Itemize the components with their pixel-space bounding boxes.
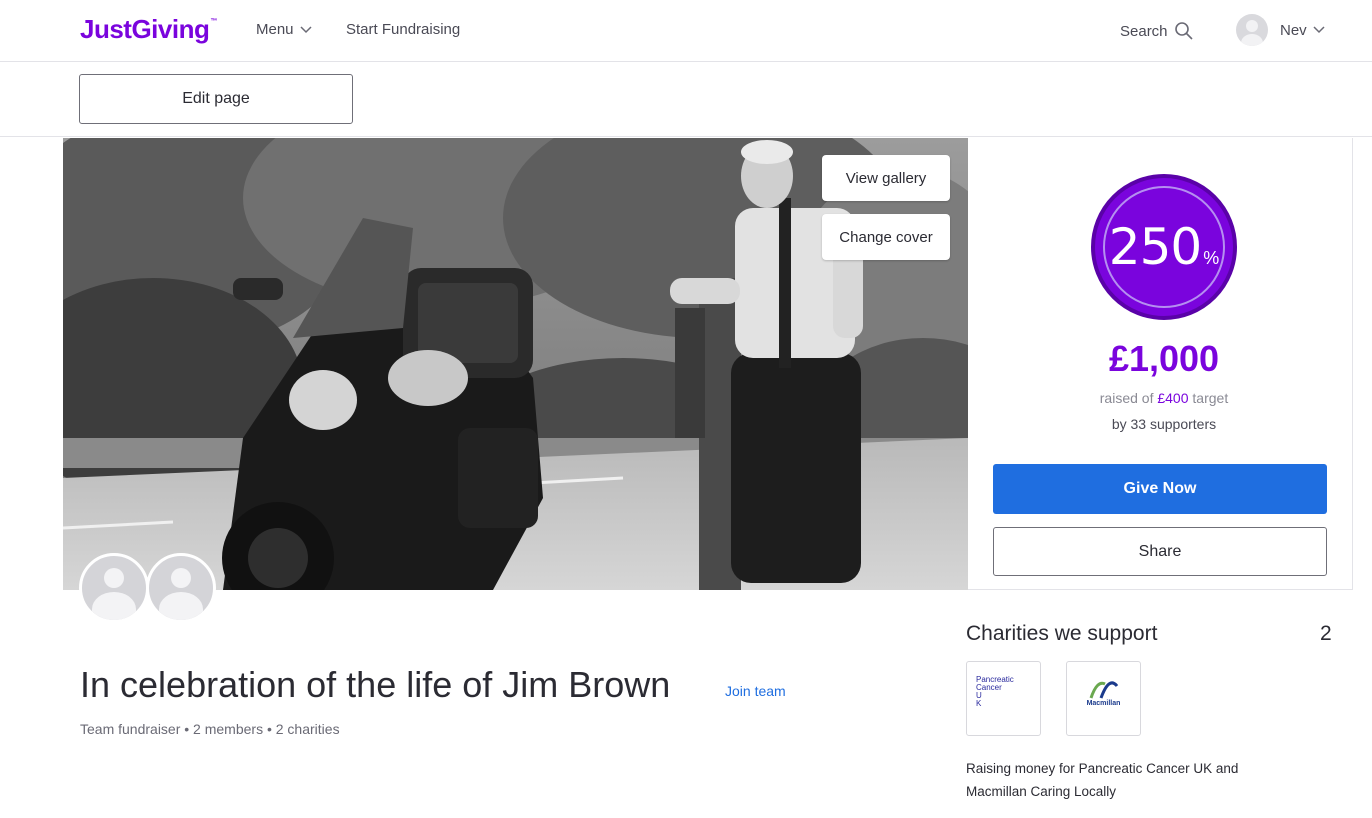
percent-sign: % <box>1203 247 1220 268</box>
pancreatic-cancer-logo-text: Pancreatic Cancer U K <box>976 676 1014 708</box>
menu-dropdown[interactable]: Menu <box>256 21 312 38</box>
justgiving-logo[interactable]: JustGiving™ <box>80 14 217 45</box>
charity-description: Raising money for Pancreatic Cancer UK a… <box>966 757 1326 803</box>
charities-count: 2 <box>1320 622 1332 645</box>
macmillan-logo[interactable]: Macmillan <box>1066 661 1141 736</box>
pancreatic-cancer-uk-logo[interactable]: Pancreatic Cancer U K <box>966 661 1041 736</box>
macmillan-symbol-icon <box>1089 681 1119 699</box>
target-suffix: target <box>1188 390 1229 406</box>
logo-line: U <box>976 691 982 700</box>
top-navigation: JustGiving™ Menu Start Fundraising Searc… <box>0 0 1372 62</box>
cover-photo-image <box>63 138 968 590</box>
start-fundraising-label: Start Fundraising <box>346 21 461 38</box>
chevron-down-icon <box>1313 26 1325 34</box>
view-gallery-button[interactable]: View gallery <box>822 155 950 201</box>
chevron-down-icon <box>300 25 312 33</box>
search-label: Search <box>1120 22 1168 40</box>
give-now-button[interactable]: Give Now <box>993 464 1327 514</box>
user-menu[interactable]: Nev <box>1236 14 1325 46</box>
join-team-link[interactable]: Join team <box>725 683 786 699</box>
cover-photo: View gallery Change cover <box>63 138 968 590</box>
fundraising-panel: 250 % £1,000 raised of £400 target by 33… <box>968 138 1353 590</box>
team-summary: Team fundraiser • 2 members • 2 charitie… <box>80 721 340 737</box>
amount-raised: £1,000 <box>1108 338 1220 379</box>
edit-page-button[interactable]: Edit page <box>79 74 353 124</box>
menu-label: Menu <box>256 21 294 38</box>
page-title: In celebration of the life of Jim Brown <box>80 664 671 705</box>
desc-and: and <box>1212 761 1239 776</box>
charities-heading: Charities we support <box>966 622 1158 645</box>
search-button[interactable]: Search <box>1120 21 1194 41</box>
start-fundraising-link[interactable]: Start Fundraising <box>346 21 460 38</box>
change-cover-button[interactable]: Change cover <box>822 214 950 260</box>
search-icon <box>1174 22 1193 40</box>
progress-percent: 250 <box>1108 218 1202 276</box>
share-button[interactable]: Share <box>993 527 1327 576</box>
logo-line: K <box>976 699 982 708</box>
macmillan-logo-text: Macmillan <box>1086 700 1121 707</box>
charity-link-macmillan[interactable]: Macmillan Caring Locally <box>966 784 1116 799</box>
edit-bar: Edit page <box>0 62 1372 137</box>
target-prefix: raised of <box>1099 390 1158 406</box>
supporters-count: by 33 supporters <box>1111 416 1217 432</box>
target-amount: £400 <box>1157 390 1189 406</box>
desc-prefix: Raising money for <box>966 761 1079 776</box>
target-text: raised of £400 target <box>968 390 1360 406</box>
progress-circle: 250 % <box>1091 174 1237 320</box>
team-member-avatar[interactable] <box>146 553 216 623</box>
user-avatar <box>1236 14 1268 46</box>
user-name: Nev <box>1280 21 1307 39</box>
team-member-avatar[interactable] <box>79 553 149 623</box>
charity-link-pancreatic[interactable]: Pancreatic Cancer UK <box>1079 761 1213 776</box>
